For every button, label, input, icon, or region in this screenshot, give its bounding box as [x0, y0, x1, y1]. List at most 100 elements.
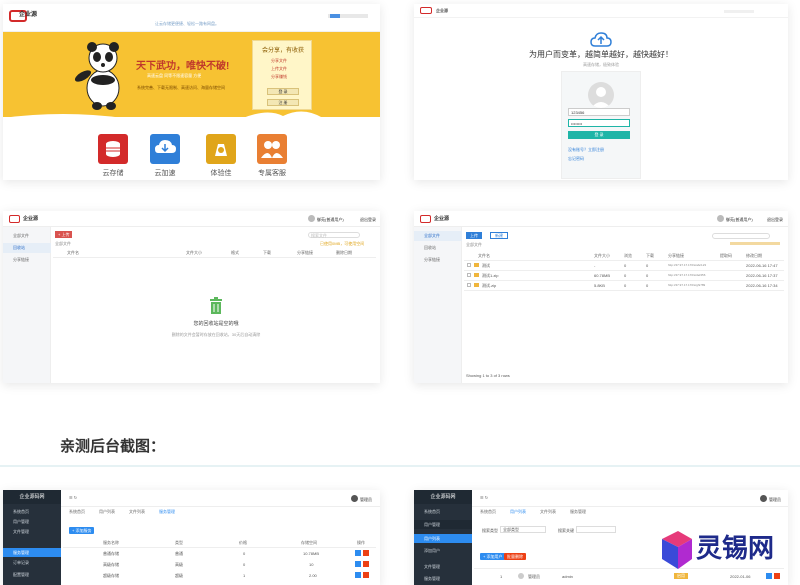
admin-avatar[interactable]	[351, 495, 358, 502]
password-input[interactable]: ••••••••	[568, 119, 630, 127]
add-service-button[interactable]: + 添加服务	[69, 527, 95, 534]
login-submit-button[interactable]: 登 录	[568, 131, 630, 139]
tab-users[interactable]: 用户列表	[99, 509, 115, 515]
new-folder-button[interactable]: 新建	[490, 232, 508, 239]
filter-select[interactable]: 全部类型	[500, 526, 546, 533]
admin-menu-item[interactable]: 文件管理	[414, 562, 472, 571]
batch-delete-button[interactable]: 批量删除	[504, 553, 526, 560]
register-link[interactable]: 没有账号？立即注册	[568, 147, 604, 152]
username-input[interactable]: 123456	[568, 108, 630, 116]
row-checkbox[interactable]	[467, 273, 471, 277]
admin-menu-item-active[interactable]: 用户列表	[414, 534, 472, 543]
admin-menu-item[interactable]: 添加用户	[414, 546, 472, 555]
admin-menu-item[interactable]: 系统首页	[414, 507, 472, 516]
user-name[interactable]: 御苑(普通用户)	[726, 217, 753, 222]
file-name[interactable]: 测试	[482, 263, 490, 269]
column-header[interactable]: 服务名称	[103, 540, 119, 546]
column-header[interactable]: 浏览	[624, 253, 632, 259]
customer-service-icon[interactable]	[257, 134, 287, 164]
tab-files[interactable]: 文件列表	[540, 509, 556, 515]
user-avatar[interactable]	[717, 215, 724, 222]
tab-services[interactable]: 服务管理	[159, 509, 175, 515]
column-header[interactable]: 文件大小	[594, 253, 610, 259]
cloud-accelerate-icon[interactable]	[150, 134, 180, 164]
file-name[interactable]: 测试.zip	[482, 283, 496, 289]
column-header[interactable]: 分享链接	[297, 250, 313, 256]
file-share-link[interactable]: http://47.97.17.170/s/ghi789	[668, 283, 705, 287]
admin-menu-item-active[interactable]: 服务管理	[3, 548, 61, 557]
search-input[interactable]	[576, 526, 616, 533]
row-divider	[464, 280, 784, 281]
sidebar-item-all-files[interactable]: 全部文件	[414, 231, 462, 241]
column-header[interactable]: 文件名	[67, 250, 79, 256]
column-header[interactable]: 价格	[239, 540, 247, 546]
experience-icon[interactable]	[206, 134, 236, 164]
column-header[interactable]: 类型	[175, 540, 183, 546]
delete-icon[interactable]	[363, 550, 369, 556]
column-header[interactable]: 操作	[357, 540, 365, 546]
user-avatar[interactable]	[308, 215, 315, 222]
admin-menu-item[interactable]: 配置管理	[3, 570, 61, 579]
topbar-nav[interactable]	[724, 10, 754, 13]
upload-button[interactable]: + 上传	[55, 231, 73, 238]
column-header[interactable]: 分享链接	[668, 253, 684, 259]
admin-menu-item[interactable]: 服务管理	[414, 574, 472, 583]
tab-files[interactable]: 文件列表	[129, 509, 145, 515]
delete-icon[interactable]	[363, 572, 369, 578]
logout-link[interactable]: 退出登录	[767, 217, 783, 222]
column-header[interactable]: 文件名	[478, 253, 490, 259]
menu-toggle-icon[interactable]: ☰ ↻	[480, 495, 488, 500]
column-header[interactable]: 修改日期	[746, 253, 762, 259]
row-checkbox[interactable]	[467, 283, 471, 287]
menu-toggle-icon[interactable]: ☰ ↻	[69, 495, 77, 500]
admin-sidebar: 企业源码网 系统首页 用户管理 用户列表 添加用户 文件管理 服务管理	[414, 490, 472, 585]
cloud-storage-icon[interactable]	[98, 134, 128, 164]
search-input[interactable]: 搜索文件	[308, 232, 360, 238]
admin-menu-item[interactable]: 用户管理	[414, 520, 472, 529]
column-header[interactable]: 下载	[263, 250, 271, 256]
search-input[interactable]	[712, 233, 770, 239]
column-header[interactable]: 提取码	[720, 253, 732, 259]
column-header[interactable]: 删除日期	[336, 250, 352, 256]
column-header[interactable]: 文件大小	[186, 250, 202, 256]
column-header[interactable]: 存储空间	[301, 540, 317, 546]
edit-icon[interactable]	[355, 550, 361, 556]
column-header[interactable]: 格式	[231, 250, 239, 256]
tab-home[interactable]: 系统首页	[69, 509, 85, 515]
admin-menu-item[interactable]: 用户管理	[3, 517, 61, 526]
logout-link[interactable]: 退出登录	[360, 217, 376, 222]
service-name: 高级存储	[103, 562, 119, 567]
tab-users[interactable]: 用户列表	[510, 509, 526, 515]
login-page-screenshot: 企业源 为用户而变革，越简单越好，越快越好！ 高速存储，极致体验 123456 …	[414, 4, 788, 180]
file-name[interactable]: 测试1.zip	[482, 273, 498, 279]
admin-name[interactable]: 管理员	[769, 497, 781, 502]
edit-icon[interactable]	[355, 561, 361, 567]
sidebar-item-recycle[interactable]: 回收站	[3, 243, 51, 253]
admin-menu-item[interactable]: 文件管理	[3, 527, 61, 536]
admin-menu-item[interactable]: 系统首页	[3, 507, 61, 516]
edit-icon[interactable]	[355, 572, 361, 578]
add-user-button[interactable]: + 添加用户	[480, 553, 506, 560]
file-share-link[interactable]: http://47.97.17.170/s/def456	[668, 273, 705, 277]
forgot-password-link[interactable]: 忘记密码	[568, 156, 584, 161]
column-header[interactable]: 下载	[646, 253, 654, 259]
topbar-nav-active[interactable]	[330, 14, 340, 18]
admin-name[interactable]: 管理员	[360, 497, 372, 502]
tab-services[interactable]: 服务管理	[570, 509, 586, 515]
row-checkbox[interactable]	[467, 263, 471, 267]
user-name[interactable]: 御苑(普通用户)	[317, 217, 344, 222]
sidebar-item-share[interactable]: 分享链接	[3, 255, 51, 265]
delete-icon[interactable]	[363, 561, 369, 567]
sidebar-item-recycle[interactable]: 回收站	[414, 243, 462, 253]
sidebar-item-share[interactable]: 分享链接	[414, 255, 462, 265]
admin-menu-item[interactable]: 订单记录	[3, 558, 61, 567]
admin-avatar[interactable]	[760, 495, 767, 502]
register-button[interactable]: 注 册	[267, 99, 299, 106]
user-account: admin	[562, 574, 573, 579]
login-button[interactable]: 登 录	[267, 88, 299, 95]
feature-label: 体验佳	[210, 170, 232, 177]
sidebar-item-all-files[interactable]: 全部文件	[3, 231, 51, 241]
upload-button[interactable]: 上传	[466, 232, 482, 239]
tab-home[interactable]: 系统首页	[480, 509, 496, 515]
file-share-link[interactable]: http://47.97.17.170/s/abc123	[668, 263, 706, 267]
